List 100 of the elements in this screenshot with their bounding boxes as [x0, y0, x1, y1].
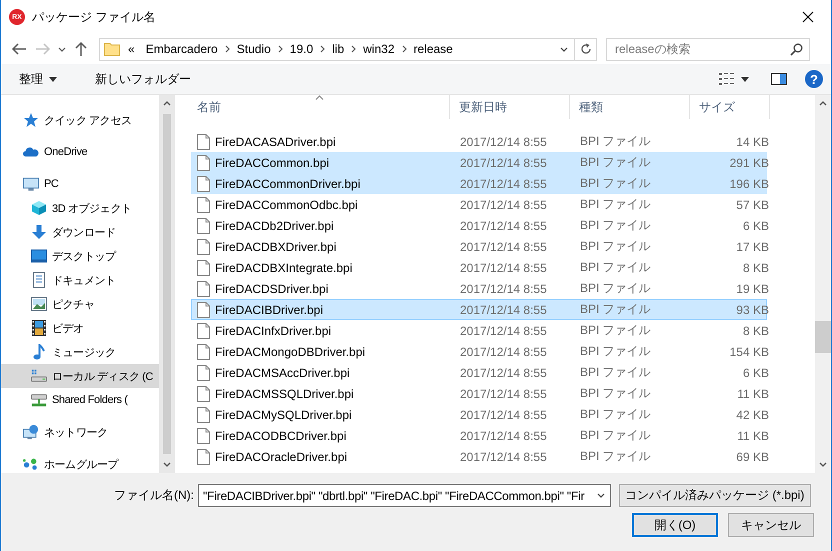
- file-row[interactable]: FireDACMSAccDriver.bpi 2017/12/14 8:55 BPI ファイル 6 KB: [191, 362, 767, 383]
- music-note-icon: [33, 344, 45, 360]
- date-modified: 2017/12/14 8:55: [459, 408, 548, 422]
- breadcrumb-item[interactable]: lib: [325, 42, 352, 56]
- file-icon: [197, 406, 210, 422]
- file-size: 6 KB: [742, 218, 770, 232]
- file-icon: [197, 280, 210, 296]
- organize-button[interactable]: 整理: [11, 67, 65, 91]
- type-column-header[interactable]: 種類: [570, 95, 690, 119]
- breadcrumb-item[interactable]: win32: [356, 42, 402, 56]
- scroll-up-icon: [819, 101, 827, 106]
- cube-icon: [31, 200, 47, 216]
- file-type: BPI ファイル: [579, 427, 652, 444]
- date-column-header[interactable]: 更新日時: [450, 95, 570, 119]
- file-row[interactable]: FireDACCommonDriver.bpi 2017/12/14 8:55 BPI ファイル 196 KB: [191, 173, 767, 194]
- date-modified: 2017/12/14 8:55: [459, 386, 548, 400]
- file-row[interactable]: FireDACCommonOdbc.bpi 2017/12/14 8:55 BPI ファイル 57 KB: [191, 194, 767, 215]
- date-modified: 2017/12/14 8:55: [459, 302, 548, 316]
- sidebar-item[interactable]: デスクトップ: [1, 244, 159, 268]
- file-type: BPI ファイル: [579, 385, 652, 402]
- address-bar[interactable]: « Embarcadero Studio 19.0 lib win32 release: [99, 38, 597, 60]
- close-icon: [802, 11, 814, 23]
- overflow-chevron[interactable]: «: [120, 42, 139, 56]
- breadcrumb-item[interactable]: Studio: [230, 42, 278, 56]
- scrollbar[interactable]: [815, 95, 831, 473]
- breadcrumb-item[interactable]: Embarcadero: [138, 42, 225, 56]
- file-row[interactable]: FireDACDBXIntegrate.bpi 2017/12/14 8:55 BPI ファイル 8 KB: [191, 257, 767, 278]
- scrollbar[interactable]: [159, 95, 175, 473]
- new-folder-button[interactable]: 新しいフォルダー: [87, 67, 199, 91]
- file-row[interactable]: FireDACMongoDBDriver.bpi 2017/12/14 8:55 BPI ファイル 154 KB: [191, 341, 767, 362]
- file-size: 42 KB: [735, 408, 770, 422]
- network-drive-icon: [31, 392, 47, 408]
- chevron-right-icon: [402, 45, 406, 53]
- sort-caret-icon: [315, 95, 324, 100]
- search-field[interactable]: releaseの検索: [606, 38, 810, 60]
- sidebar-item[interactable]: ビデオ: [1, 316, 159, 340]
- forward-arrow-icon: [35, 42, 51, 56]
- file-row[interactable]: FireDACDb2Driver.bpi 2017/12/14 8:55 BPI ファイル 6 KB: [191, 215, 767, 236]
- date-modified: 2017/12/14 8:55: [459, 134, 548, 148]
- caret-icon: [741, 76, 749, 82]
- file-row[interactable]: FireDACIBDriver.bpi 2017/12/14 8:55 BPI ファイル 93 KB: [191, 299, 767, 320]
- file-row[interactable]: FireDACCommon.bpi 2017/12/14 8:55 BPI ファイル 291 KB: [191, 152, 767, 173]
- window-title: パッケージ ファイル名: [32, 8, 156, 26]
- sidebar-item[interactable]: PC: [1, 172, 159, 196]
- file-row[interactable]: FireDACDSDriver.bpi 2017/12/14 8:55 BPI ファイル 19 KB: [191, 278, 767, 299]
- sidebar-item[interactable]: ネットワーク: [1, 420, 159, 444]
- file-name: FireDACDBXIntegrate.bpi: [215, 260, 352, 274]
- sidebar-item[interactable]: クイック アクセス: [1, 108, 159, 132]
- date-modified: 2017/12/14 8:55: [459, 366, 548, 380]
- desktop-icon: [31, 249, 47, 263]
- breadcrumb-item[interactable]: 19.0: [282, 42, 320, 56]
- file-name: FireDACMSSQLDriver.bpi: [215, 386, 354, 400]
- file-type: BPI ファイル: [579, 448, 652, 465]
- breadcrumb-item[interactable]: release: [406, 42, 460, 56]
- sidebar-item[interactable]: 3D オブジェクト: [1, 196, 159, 220]
- file-name: FireDACODBCDriver.bpi: [215, 428, 346, 442]
- file-type: BPI ファイル: [579, 154, 652, 171]
- file-type-dropdown[interactable]: コンパイル済みパッケージ (*.bpi): [619, 484, 811, 507]
- file-row[interactable]: FireDACOracleDriver.bpi 2017/12/14 8:55 BPI ファイル 69 KB: [191, 446, 767, 467]
- date-modified: 2017/12/14 8:55: [459, 218, 548, 232]
- sidebar-item[interactable]: Shared Folders (: [1, 388, 159, 412]
- open-button[interactable]: 開く(O): [632, 513, 718, 537]
- file-type: BPI ファイル: [579, 175, 652, 192]
- file-name: FireDACCommonDriver.bpi: [215, 176, 360, 190]
- file-size: 11 KB: [736, 386, 770, 400]
- file-name: FireDACIBDriver.bpi: [215, 302, 324, 316]
- file-row[interactable]: FireDACODBCDriver.bpi 2017/12/14 8:55 BPI ファイル 11 KB: [191, 425, 767, 446]
- sidebar-item[interactable]: ダウンロード: [1, 220, 159, 244]
- name-column-header[interactable]: 名前: [188, 95, 450, 119]
- star-icon: [23, 112, 39, 128]
- scroll-thumb[interactable]: [815, 321, 831, 353]
- date-modified: 2017/12/14 8:55: [459, 324, 548, 338]
- sidebar-item[interactable]: ピクチャ: [1, 292, 159, 316]
- file-icon: [197, 260, 210, 276]
- sidebar-item[interactable]: ドキュメント: [1, 268, 159, 292]
- file-name: FireDACOracleDriver.bpi: [215, 450, 348, 464]
- date-modified: 2017/12/14 8:55: [459, 198, 548, 212]
- sidebar-item[interactable]: OneDrive: [1, 140, 159, 164]
- file-size: 11 KB: [736, 428, 770, 442]
- file-size: 57 KB: [735, 198, 770, 212]
- size-column-header[interactable]: サイズ: [690, 95, 770, 119]
- sidebar-item[interactable]: ホームグループ: [1, 452, 159, 473]
- help-button[interactable]: ?: [805, 70, 823, 88]
- file-size: 19 KB: [735, 282, 770, 296]
- file-icon: [197, 196, 210, 212]
- sidebar-item[interactable]: ローカル ディスク (C: [1, 364, 159, 388]
- file-row[interactable]: FireDACMySQLDriver.bpi 2017/12/14 8:55 BPI ファイル 42 KB: [191, 404, 767, 425]
- picture-icon: [31, 297, 47, 311]
- file-name-field[interactable]: "FireDACIBDriver.bpi" "dbrtl.bpi" "FireDAC.bpi" "FireDACCommon.bpi" "Fir: [198, 484, 611, 507]
- file-row[interactable]: FireDACInfxDriver.bpi 2017/12/14 8:55 BPI ファイル 8 KB: [191, 320, 767, 341]
- file-name: FireDACDb2Driver.bpi: [215, 218, 334, 232]
- file-row[interactable]: FireDACDBXDriver.bpi 2017/12/14 8:55 BPI ファイル 17 KB: [191, 236, 767, 257]
- file-name: FireDACCommon.bpi: [215, 156, 330, 170]
- cancel-button[interactable]: キャンセル: [728, 513, 814, 537]
- file-icon: [197, 176, 210, 192]
- file-row[interactable]: FireDACMSSQLDriver.bpi 2017/12/14 8:55 BPI ファイル 11 KB: [191, 383, 767, 404]
- file-size: 17 KB: [735, 240, 770, 254]
- sidebar-item[interactable]: ミュージック: [1, 340, 159, 364]
- file-row[interactable]: FireDACASADriver.bpi 2017/12/14 8:55 BPI ファイル 14 KB: [191, 131, 767, 152]
- file-icon: [197, 134, 210, 150]
